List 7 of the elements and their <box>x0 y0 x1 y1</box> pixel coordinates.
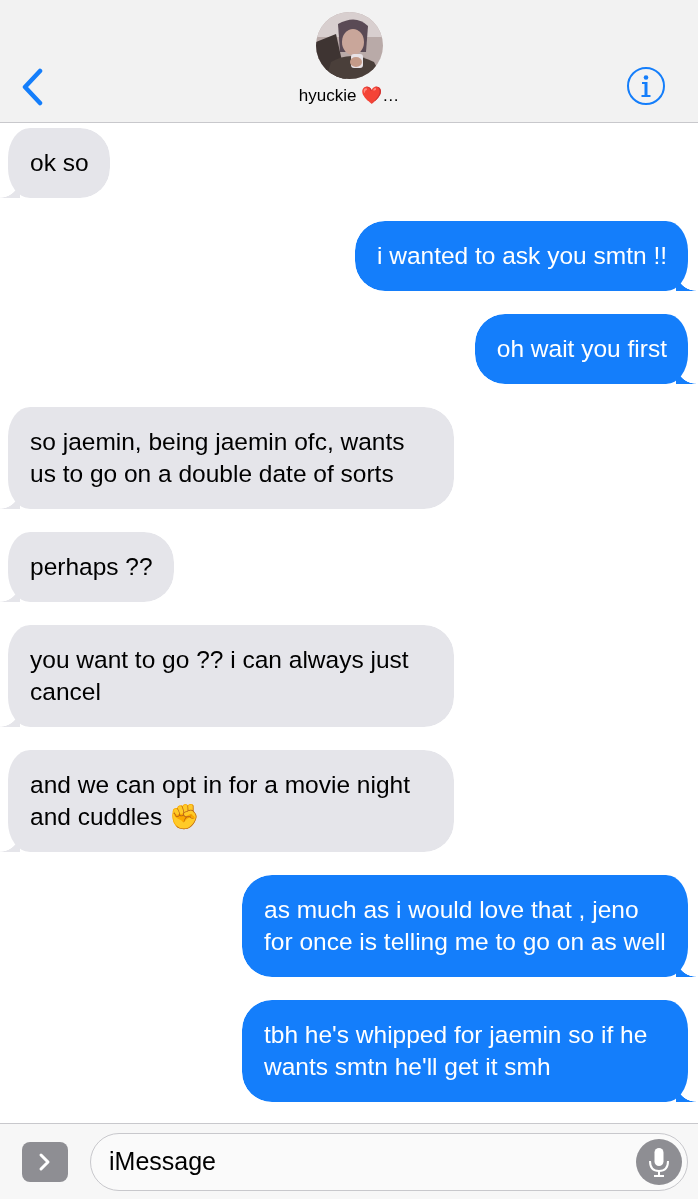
info-icon[interactable] <box>626 66 666 106</box>
back-icon[interactable] <box>20 68 44 106</box>
chevron-icon <box>38 1151 52 1172</box>
contact-name[interactable]: hyuckie ❤… <box>298 85 400 106</box>
message-field[interactable]: iMessage <box>90 1132 688 1191</box>
apps-button[interactable] <box>22 1141 68 1182</box>
microphone-icon[interactable] <box>636 1138 682 1185</box>
